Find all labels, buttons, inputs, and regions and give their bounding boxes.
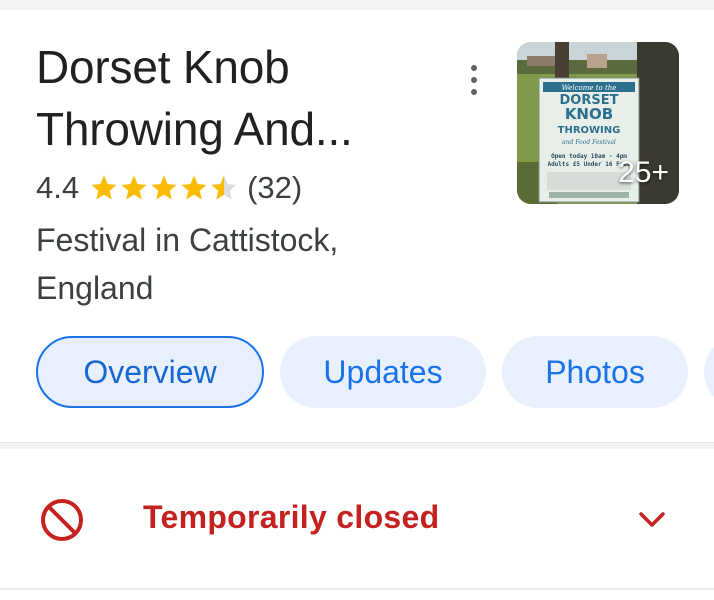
bottom-divider: [0, 588, 714, 590]
star-icon: [91, 175, 117, 200]
status-row[interactable]: Temporarily closed: [0, 470, 714, 570]
star-rating: [89, 173, 239, 203]
tab-updates[interactable]: Updates: [280, 336, 486, 408]
section-divider: [0, 442, 714, 449]
tab-photos[interactable]: Photos: [502, 336, 688, 408]
block-icon: [41, 499, 83, 541]
star-icon: [181, 175, 207, 200]
tab-next-partial[interactable]: [704, 336, 714, 408]
star-half-icon: [211, 175, 237, 200]
place-title-line-1: Dorset Knob: [36, 41, 290, 93]
more-options-button[interactable]: [452, 58, 496, 102]
place-photo-thumbnail[interactable]: Welcome to the DORSET KNOB THROWING and …: [517, 42, 679, 204]
rating-value: 4.4: [36, 170, 80, 205]
tab-chips: Overview Updates Photos: [36, 336, 714, 410]
sign-text-hours: Open today 10am - 4pm: [551, 153, 627, 160]
category-line-2: England: [36, 270, 154, 306]
photo-count-badge: 25+: [618, 156, 669, 189]
place-sheet: Dorset Knob Throwing And... Welcome to t…: [0, 0, 714, 600]
tab-overview[interactable]: Overview: [36, 336, 264, 408]
sign-text-welcome: Welcome to the: [562, 84, 617, 92]
place-title-line-2: Throwing And...: [36, 103, 353, 155]
more-vert-icon-dot-3: [471, 89, 477, 95]
place-category: Festival in Cattistock, England: [36, 216, 436, 312]
place-title: Dorset Knob Throwing And...: [36, 36, 456, 160]
rating-row[interactable]: 4.4 (32): [36, 166, 302, 210]
star-icon: [121, 175, 147, 200]
category-line-1: Festival in Cattistock,: [36, 222, 339, 258]
chevron-down-icon[interactable]: [636, 506, 668, 534]
sheet-top-edge: [0, 0, 714, 10]
sign-text-throwing: THROWING: [558, 125, 621, 136]
sign-text-knob: KNOB: [565, 105, 613, 123]
star-icon: [151, 175, 177, 200]
sign-text-festival: and Food Festival: [562, 139, 616, 146]
status-label: Temporarily closed: [143, 499, 440, 535]
more-vert-icon: [471, 65, 477, 71]
more-vert-icon-dot-2: [471, 77, 477, 83]
review-count: (32): [247, 170, 303, 205]
